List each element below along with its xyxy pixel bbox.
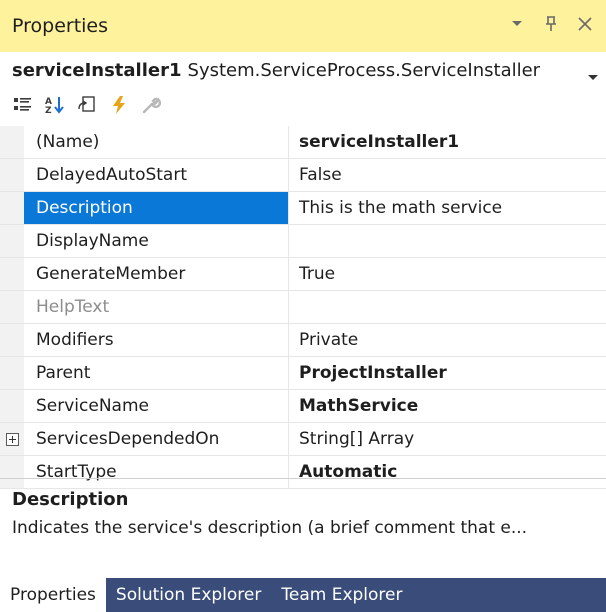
property-value[interactable]: ProjectInstaller bbox=[288, 357, 606, 389]
property-value[interactable]: String[] Array bbox=[288, 423, 606, 455]
wrench-icon bbox=[138, 92, 164, 118]
property-value[interactable] bbox=[288, 291, 606, 323]
property-row-servicename[interactable]: ServiceName MathService bbox=[0, 390, 606, 423]
pin-icon[interactable] bbox=[540, 12, 562, 36]
property-row-delayedautostart[interactable]: DelayedAutoStart False bbox=[0, 159, 606, 192]
title-bar: Properties bbox=[0, 0, 606, 52]
tab-properties[interactable]: Properties bbox=[0, 578, 106, 612]
property-value[interactable] bbox=[288, 225, 606, 257]
properties-window: Properties serviceInstaller1 System.Serv… bbox=[0, 0, 606, 612]
property-name: ServicesDependedOn bbox=[36, 429, 220, 449]
property-value[interactable]: This is the math service bbox=[288, 192, 606, 224]
property-value[interactable]: serviceInstaller1 bbox=[288, 126, 606, 158]
property-name: GenerateMember bbox=[36, 264, 186, 284]
property-name: Parent bbox=[36, 363, 91, 383]
property-name: (Name) bbox=[36, 132, 100, 152]
bottom-tab-bar: Properties Solution Explorer Team Explor… bbox=[0, 578, 606, 612]
object-type: System.ServiceProcess.ServiceInstaller bbox=[187, 59, 541, 81]
property-row-description[interactable]: Description This is the math service bbox=[0, 192, 606, 225]
property-row-generatemember[interactable]: GenerateMember True bbox=[0, 258, 606, 291]
svg-text:Z: Z bbox=[45, 106, 52, 115]
property-row-displayname[interactable]: DisplayName bbox=[0, 225, 606, 258]
property-row-helptext[interactable]: HelpText bbox=[0, 291, 606, 324]
property-grid: (Name) serviceInstaller1 DelayedAutoStar… bbox=[0, 126, 606, 489]
close-icon[interactable] bbox=[574, 12, 596, 36]
property-row-modifiers[interactable]: Modifiers Private bbox=[0, 324, 606, 357]
property-row-servicesdependedon[interactable]: ServicesDependedOn String[] Array bbox=[0, 423, 606, 456]
property-name: DelayedAutoStart bbox=[36, 165, 187, 185]
description-title: Description bbox=[12, 489, 129, 510]
properties-toolbar: A Z bbox=[0, 88, 606, 122]
property-name: ServiceName bbox=[36, 396, 149, 416]
property-name: Description bbox=[24, 192, 288, 224]
chevron-down-icon[interactable] bbox=[588, 66, 598, 85]
tab-solution-explorer[interactable]: Solution Explorer bbox=[106, 578, 271, 612]
property-row-parent[interactable]: Parent ProjectInstaller bbox=[0, 357, 606, 390]
window-controls bbox=[506, 12, 596, 36]
property-row-name[interactable]: (Name) serviceInstaller1 bbox=[0, 126, 606, 159]
categorized-icon[interactable] bbox=[10, 92, 36, 118]
property-value[interactable]: MathService bbox=[288, 390, 606, 422]
alphabetical-icon[interactable]: A Z bbox=[42, 92, 68, 118]
object-name: serviceInstaller1 bbox=[12, 59, 182, 81]
property-value[interactable]: True bbox=[288, 258, 606, 290]
object-selector[interactable]: serviceInstaller1 System.ServiceProcess.… bbox=[0, 54, 606, 86]
description-text: Indicates the service's description (a b… bbox=[12, 518, 528, 538]
property-name: HelpText bbox=[36, 297, 110, 317]
property-name: DisplayName bbox=[36, 231, 149, 251]
tab-team-explorer[interactable]: Team Explorer bbox=[271, 578, 412, 612]
events-icon[interactable] bbox=[106, 92, 132, 118]
dropdown-icon[interactable] bbox=[506, 12, 528, 36]
window-title: Properties bbox=[12, 15, 109, 37]
property-value[interactable]: False bbox=[288, 159, 606, 191]
property-value[interactable]: Private bbox=[288, 324, 606, 356]
property-name: Modifiers bbox=[36, 330, 114, 350]
description-panel: Description Indicates the service's desc… bbox=[0, 478, 606, 579]
expand-plus-icon[interactable] bbox=[5, 432, 19, 446]
property-pages-icon[interactable] bbox=[74, 92, 100, 118]
